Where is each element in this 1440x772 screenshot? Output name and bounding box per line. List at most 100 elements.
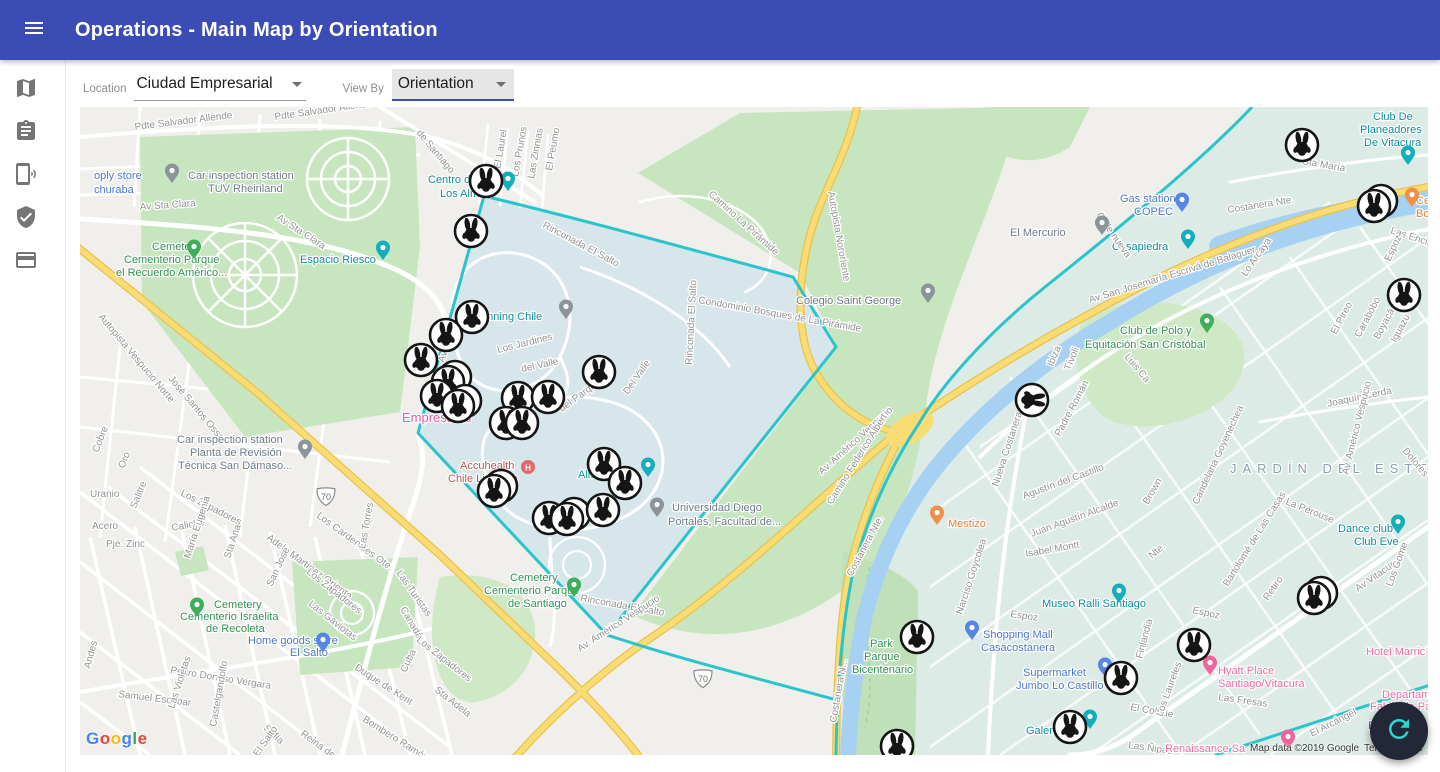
app-bar: Operations - Main Map by Orientation [0,0,1440,60]
map-label: Colegio Saint George [796,295,901,307]
google-logo-letter: e [138,729,148,748]
map-label: Cementerio Parque [124,254,219,266]
map-label: Técnica San Dámaso... [178,460,292,472]
map-label: Hotel Marric [1366,646,1426,658]
vehicle-marker[interactable] [881,730,913,755]
phone-ring-icon [14,162,38,191]
map-label: Renaissance Sa [1165,743,1246,755]
map-icon [14,76,38,105]
map-label: Hyatt Place [1218,665,1274,677]
vehicle-marker[interactable] [609,467,641,499]
svg-text:70: 70 [698,674,708,684]
google-logo-letter: G [86,729,100,748]
map-label: El Mercurio [1010,227,1066,239]
vehicle-marker[interactable] [1016,384,1048,416]
sidebar-item-devices[interactable] [0,155,66,198]
map-canvas[interactable]: 7070 Pdte Salvador AllendePdte Salvador … [80,107,1428,755]
map-label: de Recoleta [206,623,266,635]
chevron-down-icon [496,82,506,87]
hamburger-menu-button[interactable] [10,6,58,54]
credit-card-icon [14,248,38,277]
sidebar-item-map[interactable] [0,69,66,112]
poi-pin: H [521,460,535,474]
map-label: Supermarket [1023,667,1086,679]
vehicle-marker[interactable] [1286,129,1318,161]
map-label: Equitación San Cristóbal [1085,339,1205,351]
map-attribution: Map data ©2019 Google [1250,743,1359,754]
sidebar-item-payments[interactable] [0,241,66,284]
vehicle-marker[interactable] [430,319,462,351]
google-logo-letter: o [100,729,111,748]
map-label: Portales, Facultad de... [668,516,781,528]
refresh-fab[interactable] [1370,702,1428,760]
map-label: De Vitacura [1364,137,1422,149]
map-label: Mestizo [948,518,986,530]
vehicle-marker[interactable] [583,356,615,388]
vehicle-marker[interactable] [1388,279,1420,311]
map-label: Acero [92,521,119,532]
svg-text:70: 70 [321,492,331,502]
page-title: Operations - Main Map by Orientation [75,19,438,42]
chevron-down-icon [292,82,302,87]
viewby-label: View By [342,83,383,95]
vehicle-marker[interactable] [1054,711,1086,743]
refresh-icon [1384,714,1414,749]
menu-icon [22,16,46,45]
map-label: Bord [1416,208,1428,220]
sidebar-item-security[interactable] [0,198,66,241]
viewby-select[interactable]: Orientation [392,69,514,101]
map-label: COPEC [1134,206,1173,218]
map-label: TÜV Rheinland [208,183,283,195]
map-label: Jumbo Lo Castillo [1016,680,1103,692]
vehicle-marker[interactable] [901,621,933,653]
vehicle-marker[interactable] [587,494,619,526]
map-label: el Recuerdo Américo... [116,267,227,279]
vehicle-marker[interactable] [405,344,437,376]
vehicle-marker[interactable] [455,215,487,247]
map-label: Casacostanera [981,642,1056,654]
sidebar-item-tasks[interactable] [0,112,66,155]
google-logo[interactable]: Google [86,729,148,749]
map-label: Club Eve [1354,536,1399,548]
map-label: Car inspection station [188,170,294,182]
map-label: Bicentenario [852,664,913,676]
map-label: JARDÍN DEL ESTE [1230,461,1428,476]
map-label: Departam [1382,689,1428,701]
map-label: churaba [94,184,135,196]
location-value: Ciudad Empresarial [136,75,272,93]
location-label: Location [83,83,126,95]
map-label: Gas station [1120,193,1176,205]
map-label: Espacio Riesco [300,254,376,266]
viewby-value: Orientation [398,75,474,93]
google-logo-letter: o [111,729,122,748]
clipboard-icon [14,119,38,148]
map-label: Santiago/Vitacura [1218,678,1306,690]
map-label: Shopping Mall [983,629,1053,641]
sidebar [0,60,66,772]
filter-toolbar: Location Ciudad Empresarial View By Orie… [66,60,1440,107]
map-label: de Santiago [508,598,567,610]
map-label: Parque [864,651,899,663]
vehicle-marker[interactable] [1178,629,1210,661]
shield-check-icon [14,205,38,234]
svg-text:H: H [525,463,531,472]
map-label: Pje. Zinc [106,539,145,550]
google-logo-letter: g [122,729,133,748]
vehicle-marker[interactable] [470,165,502,197]
map-label: Uranio [90,489,120,500]
map-label: Club De [1373,111,1413,123]
vehicle-marker[interactable] [506,407,538,439]
vehicle-marker[interactable] [1105,662,1137,694]
map-label: oply store [94,170,142,182]
vehicle-marker[interactable] [532,381,564,413]
map-label: Planeadores [1360,124,1422,136]
map-label: Planta de Revisión [190,447,282,459]
map-label: Club de Polo y [1120,325,1192,337]
map-label: Dance club [1338,523,1393,535]
map-label: Car inspection station [177,434,283,446]
map-label: Cemetery [214,599,262,611]
map-label: Cementerio Parque [484,585,579,597]
map-label: Museo Ralli Santiago [1042,598,1146,610]
location-select[interactable]: Ciudad Empresarial [134,71,306,101]
map-label: Park [870,638,893,650]
